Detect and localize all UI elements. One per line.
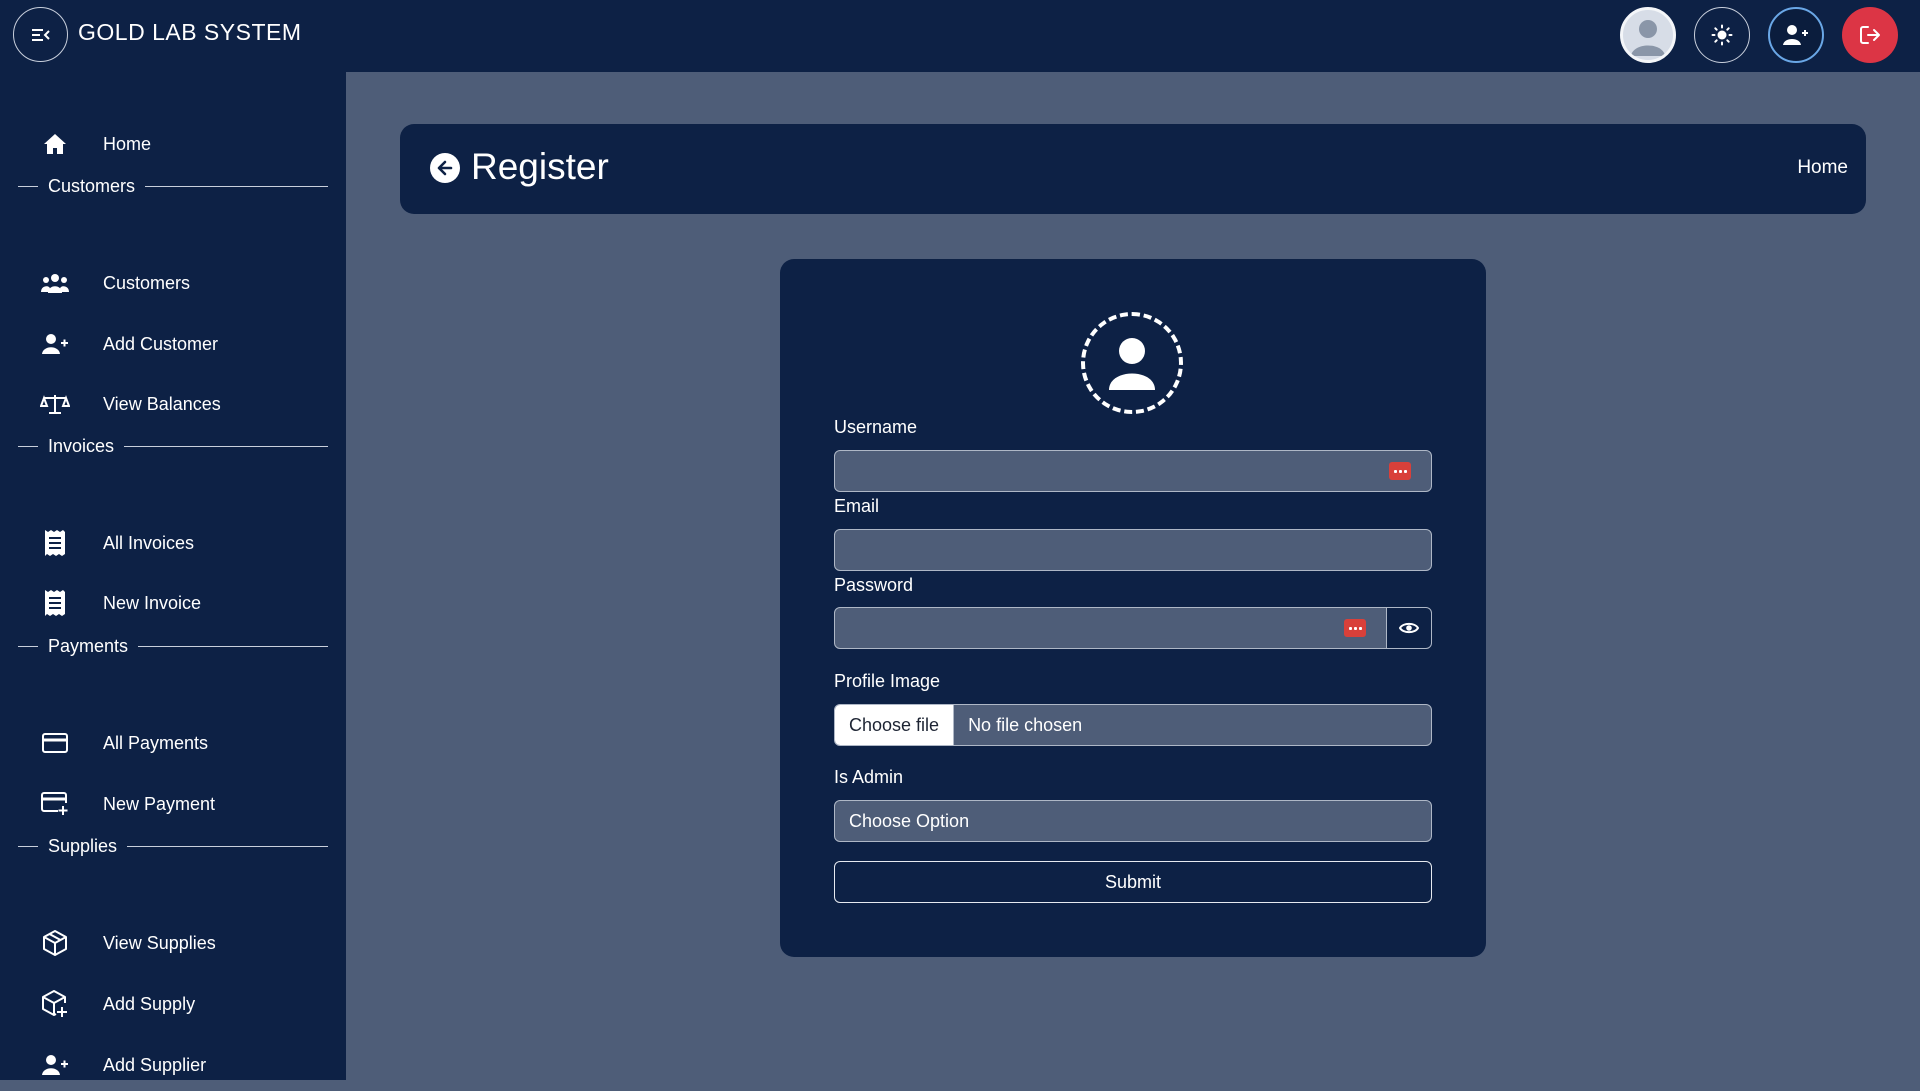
sidebar-item-customers[interactable]: Customers: [0, 257, 346, 309]
user-plus-icon: [38, 1048, 72, 1082]
add-user-button[interactable]: [1768, 7, 1824, 63]
user-avatar-button[interactable]: [1620, 7, 1676, 63]
email-label: Email: [834, 496, 880, 516]
section-heading-customers: Customers: [18, 176, 328, 197]
file-status-text: No file chosen: [968, 714, 1083, 735]
password-label: Password: [834, 575, 914, 595]
sidebar-item-new-payment[interactable]: New Payment: [0, 778, 346, 830]
register-form: Username Email Password Profile Image Ch…: [780, 259, 1486, 957]
sidebar-item-label: Add Supply: [103, 993, 196, 1014]
sidebar-item-all-payments[interactable]: All Payments: [0, 717, 346, 769]
sidebar-item-label: New Invoice: [103, 592, 202, 613]
profile-avatar-placeholder[interactable]: [1081, 312, 1183, 414]
credit-card-plus-icon: [38, 787, 72, 821]
page-title: Register: [471, 146, 609, 187]
is-admin-select[interactable]: Choose Option: [834, 800, 1432, 842]
receipt-icon: [38, 526, 72, 560]
profile-image-label: Profile Image: [834, 671, 941, 691]
page-header: Register Home: [400, 124, 1866, 214]
breadcrumb-home-link[interactable]: Home: [1797, 157, 1848, 179]
user-avatar-icon: [1623, 10, 1673, 60]
home-icon: [38, 127, 72, 161]
section-label: Payments: [48, 636, 129, 656]
sidebar-item-label: All Invoices: [103, 532, 195, 553]
eye-icon: [1399, 622, 1419, 634]
app-title: GOLD LAB SYSTEM: [78, 19, 302, 45]
sidebar-item-label: Customers: [103, 272, 191, 293]
sidebar-item-label: Add Supplier: [103, 1054, 207, 1075]
section-heading-invoices: Invoices: [18, 436, 328, 457]
sidebar-item-home[interactable]: Home: [0, 118, 346, 170]
scale-icon: [38, 387, 72, 421]
is-admin-label: Is Admin: [834, 767, 904, 787]
password-input[interactable]: [834, 607, 1387, 649]
username-label: Username: [834, 417, 918, 437]
sidebar-item-add-supplier[interactable]: Add Supplier: [0, 1039, 346, 1091]
arrow-left-icon: [437, 160, 453, 176]
add-user-icon: [1783, 25, 1808, 45]
submit-button[interactable]: Submit: [834, 861, 1432, 903]
theme-toggle-button[interactable]: [1694, 7, 1750, 63]
sidebar-item-add-supply[interactable]: Add Supply: [0, 978, 346, 1030]
sidebar-item-all-invoices[interactable]: All Invoices: [0, 517, 346, 569]
section-heading-supplies: Supplies: [18, 836, 328, 857]
sidebar-item-add-customer[interactable]: Add Customer: [0, 318, 346, 370]
username-input[interactable]: [834, 450, 1432, 492]
password-manager-icon[interactable]: [1344, 619, 1366, 637]
sidebar-item-label: View Supplies: [103, 932, 216, 953]
sidebar-item-label: New Payment: [103, 793, 216, 814]
password-manager-icon[interactable]: [1389, 462, 1411, 480]
menu-toggle-button[interactable]: [13, 7, 68, 62]
sidebar-item-view-supplies[interactable]: View Supplies: [0, 917, 346, 969]
sidebar-item-label: View Balances: [103, 393, 221, 414]
credit-card-icon: [38, 726, 72, 760]
box-plus-icon: [38, 987, 72, 1021]
profile-image-file-input[interactable]: Choose file No file chosen: [834, 704, 1432, 746]
menu-collapse-icon: [31, 28, 50, 41]
toggle-password-visibility-button[interactable]: [1386, 607, 1432, 649]
sidebar-item-label: Add Customer: [103, 333, 219, 354]
sidebar-item-label: Home: [103, 133, 152, 154]
top-bar: GOLD LAB SYSTEM: [0, 0, 1920, 72]
section-label: Customers: [48, 176, 136, 196]
box-icon: [38, 926, 72, 960]
user-icon: [1109, 338, 1155, 390]
back-button[interactable]: [430, 153, 460, 183]
logout-icon: [1860, 26, 1880, 44]
users-icon: [38, 266, 72, 300]
sidebar-item-new-invoice[interactable]: New Invoice: [0, 577, 346, 629]
sidebar-item-label: All Payments: [103, 732, 209, 753]
choose-file-button[interactable]: Choose file: [835, 705, 955, 745]
logout-button[interactable]: [1842, 7, 1898, 63]
user-plus-icon: [38, 327, 72, 361]
section-label: Supplies: [48, 836, 118, 856]
section-label: Invoices: [48, 436, 115, 456]
receipt-icon: [38, 586, 72, 620]
sidebar: Home Customers Customers Add Customer Vi…: [0, 72, 346, 1080]
sidebar-item-view-balances[interactable]: View Balances: [0, 378, 346, 430]
top-actions: [1620, 7, 1898, 63]
is-admin-selected-value: Choose Option: [849, 810, 970, 831]
email-input[interactable]: [834, 529, 1432, 571]
sun-icon: [1711, 24, 1733, 46]
section-heading-payments: Payments: [18, 636, 328, 657]
